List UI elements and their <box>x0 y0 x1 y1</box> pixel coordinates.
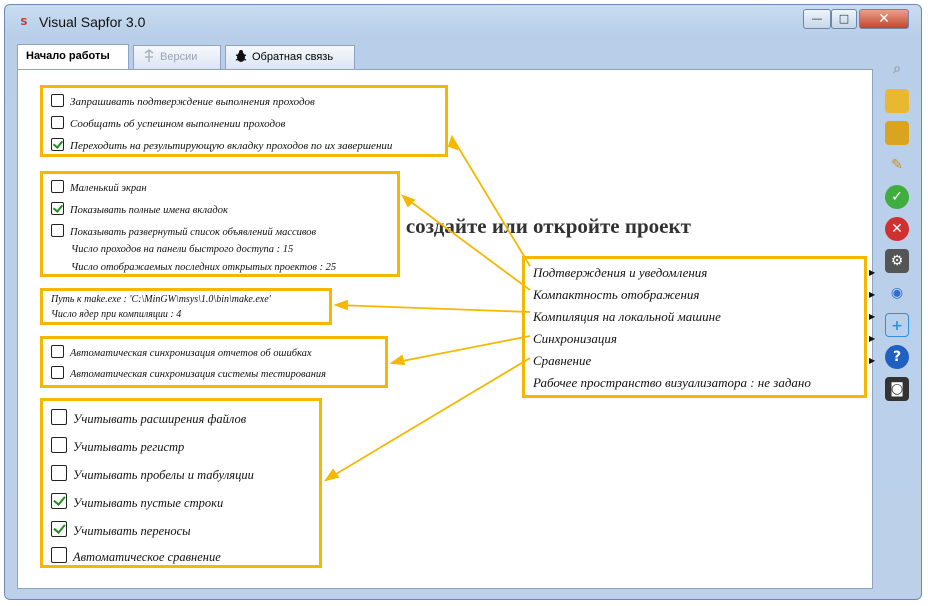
window-title: Visual Sapfor 3.0 <box>39 14 146 30</box>
cores-count: Число ядер при компиляции : 4 <box>51 309 182 320</box>
list-item[interactable]: Показывать развернутый список объявлений… <box>51 224 316 238</box>
open-folder-icon[interactable] <box>885 89 909 113</box>
submenu-arrow-icon: ▶ <box>869 356 876 365</box>
versions-icon <box>142 49 156 63</box>
submenu-arrow-icon: ▶ <box>869 268 876 277</box>
camera-icon[interactable]: ◙ <box>885 377 909 401</box>
submenu-arrow-icon: ▶ <box>869 312 876 321</box>
menu-item-sync[interactable]: Синхронизация <box>533 331 617 347</box>
menu-item-compact[interactable]: Компактность отображения <box>533 287 699 303</box>
settings-gear-icon[interactable]: ⚙ <box>885 249 909 273</box>
minimize-button[interactable]: — <box>803 9 831 29</box>
checkbox-checked[interactable] <box>51 521 67 537</box>
list-item[interactable]: Учитывать регистр <box>51 437 184 455</box>
copy-add-icon[interactable]: + <box>885 313 909 337</box>
checkbox[interactable] <box>51 547 67 563</box>
checkbox[interactable] <box>51 465 67 481</box>
bug-icon <box>234 49 248 63</box>
sapfor-icon: S <box>20 17 28 28</box>
right-toolbar: ⌕ ✎ ✓ ✕ ⚙ ◉ + ? ◙ <box>877 51 917 591</box>
info-recent-projects: Число отображаемых последних открытых пр… <box>71 262 337 273</box>
tab-versions[interactable]: Версии <box>133 45 221 69</box>
list-item[interactable]: Автоматическая синхронизация системы тес… <box>51 366 326 380</box>
checkbox-checked[interactable] <box>51 202 64 215</box>
checkbox[interactable] <box>51 409 67 425</box>
title-bar: S Visual Sapfor 3.0 — □ ✕ <box>5 5 921 39</box>
menu-item-confirmations[interactable]: Подтверждения и уведомления <box>533 265 707 281</box>
sync-group: Автоматическая синхронизация отчетов об … <box>40 336 388 388</box>
info-quick-access: Число проходов на панели быстрого доступ… <box>71 244 294 255</box>
list-item[interactable]: Учитывать пустые строки <box>51 493 223 511</box>
maximize-button[interactable]: □ <box>831 9 857 29</box>
clean-brush-icon[interactable]: ✎ <box>885 153 909 177</box>
compare-group: Учитывать расширения файлов Учитывать ре… <box>40 398 322 568</box>
settings-menu: Подтверждения и уведомления ▶ Компактнос… <box>522 256 875 398</box>
checkbox-checked[interactable] <box>51 138 64 151</box>
checkbox[interactable] <box>51 437 67 453</box>
import-folder-icon[interactable] <box>885 121 909 145</box>
menu-item-compare[interactable]: Сравнение <box>533 353 591 369</box>
list-item[interactable]: Запрашивать подтверждение выполнения про… <box>51 94 315 108</box>
list-item[interactable]: Сообщать об успешном выполнении проходов <box>51 116 285 130</box>
welcome-text: y, создайте или откройте проект <box>386 214 691 238</box>
tab-start[interactable]: Начало работы <box>17 44 129 70</box>
list-item[interactable]: Переходить на результирующую вкладку про… <box>51 138 392 152</box>
confirmations-group: Запрашивать подтверждение выполнения про… <box>40 85 448 157</box>
list-item[interactable]: Автоматическая синхронизация отчетов об … <box>51 345 312 359</box>
checkbox[interactable] <box>51 366 64 379</box>
submenu-arrow-icon: ▶ <box>869 290 876 299</box>
list-item[interactable]: Учитывать переносы <box>51 521 191 539</box>
help-icon[interactable]: ? <box>885 345 909 369</box>
checkbox[interactable] <box>51 94 64 107</box>
list-item[interactable]: Маленький экран <box>51 180 147 194</box>
broadcast-icon[interactable]: ◉ <box>885 281 909 305</box>
accept-green-icon[interactable]: ✓ <box>885 185 909 209</box>
menu-item-local-compile[interactable]: Компиляция на локальной машине <box>533 309 721 325</box>
checkbox[interactable] <box>51 345 64 358</box>
tab-feedback[interactable]: Обратная связь <box>225 45 355 69</box>
checkbox-checked[interactable] <box>51 493 67 509</box>
close-button[interactable]: ✕ <box>859 9 909 29</box>
close-red-icon[interactable]: ✕ <box>885 217 909 241</box>
menu-item-workspace[interactable]: Рабочее пространство визуализатора : не … <box>533 375 811 391</box>
checkbox[interactable] <box>51 224 64 237</box>
compact-group: Маленький экран Показывать полные имена … <box>40 171 400 277</box>
list-item[interactable]: Показывать полные имена вкладок <box>51 202 228 216</box>
search-folder-icon[interactable]: ⌕ <box>885 57 909 81</box>
checkbox[interactable] <box>51 180 64 193</box>
checkbox[interactable] <box>51 116 64 129</box>
list-item[interactable]: Автоматическое сравнение <box>51 547 221 565</box>
list-item[interactable]: Учитывать расширения файлов <box>51 409 246 427</box>
submenu-arrow-icon: ▶ <box>869 334 876 343</box>
make-path: Путь к make.exe : 'C:\MinGW\msys\1.0\bin… <box>51 294 271 305</box>
local-compile-group: Путь к make.exe : 'C:\MinGW\msys\1.0\bin… <box>40 288 332 325</box>
list-item[interactable]: Учитывать пробелы и табуляции <box>51 465 254 483</box>
